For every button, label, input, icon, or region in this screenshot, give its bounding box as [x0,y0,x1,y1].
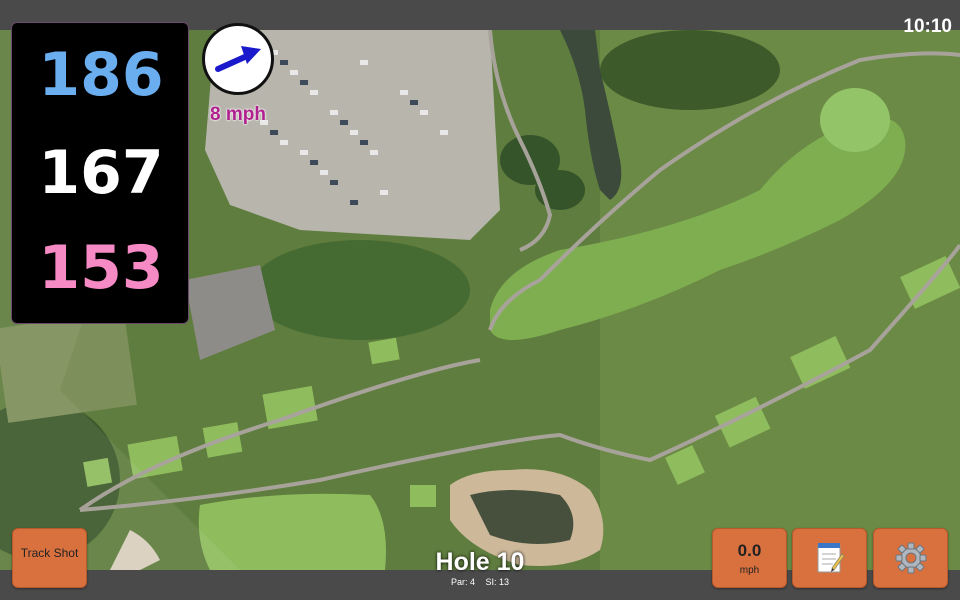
distance-back: 186 [38,40,164,110]
settings-button[interactable] [873,528,948,588]
track-shot-label: Track Shot [20,546,79,560]
wind-arrow-icon [215,46,261,72]
notes-button[interactable] [792,528,867,588]
track-shot-button[interactable]: Track Shot [12,528,87,588]
notepad-icon [817,543,845,573]
speed-button[interactable]: 0.0 mph [712,528,787,588]
hole-stroke-index: SI: 13 [485,577,510,587]
distance-front: 153 [38,233,164,303]
speed-value: 0.0 [737,541,762,560]
hole-info: Par: 4 SI: 13 [380,577,580,587]
hole-par: Par: 4 [450,577,475,587]
wind-indicator [202,23,274,95]
golf-gps-screen: 10:10 186 167 153 8 mph Track Shot 0.0 m… [0,0,960,600]
distance-panel: 186 167 153 [11,22,189,324]
clock: 10:10 [903,16,952,37]
distance-middle: 167 [38,138,164,208]
wind-speed: 8 mph [210,104,266,125]
speed-unit: mph [739,565,760,576]
gear-icon [895,542,926,574]
hole-title: Hole 10 [435,548,525,576]
